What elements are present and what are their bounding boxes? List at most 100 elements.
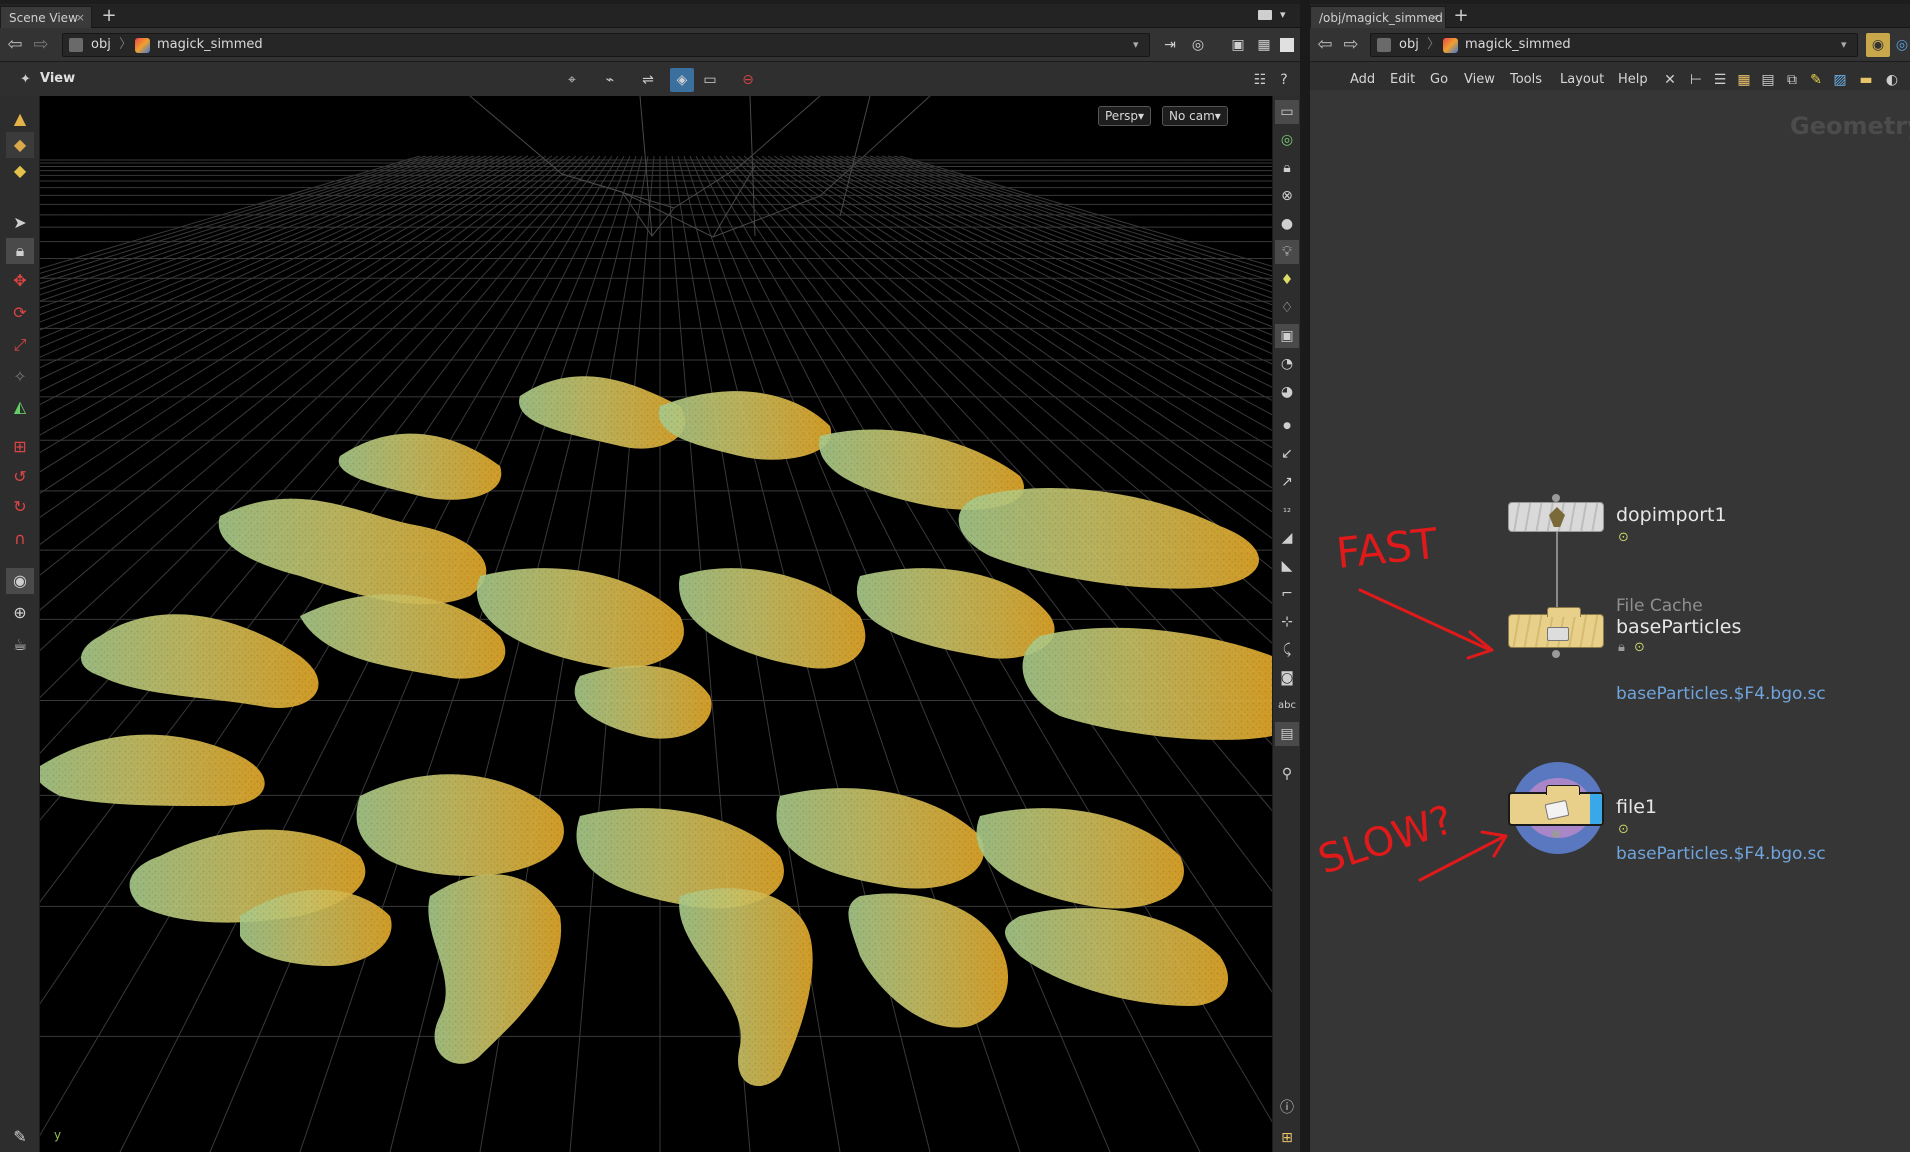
layers-icon[interactable]: ▣ xyxy=(1226,33,1250,57)
visibility-icon[interactable]: ◕ xyxy=(1275,380,1299,404)
cursor-icon[interactable]: ◐ xyxy=(1880,68,1904,92)
rotate-icon[interactable]: ⟳ xyxy=(6,300,34,326)
background-icon[interactable]: ▣ xyxy=(1275,324,1299,348)
pin-icon[interactable]: ◉ xyxy=(1866,33,1890,57)
screen-icon[interactable]: ▭ xyxy=(698,68,722,92)
breadcrumb-magick-simmed[interactable]: magick_simmed xyxy=(157,34,263,56)
path-field[interactable]: obj 〉 magick_simmed ▾ xyxy=(1370,33,1858,57)
breadcrumb-obj[interactable]: obj xyxy=(1399,34,1419,56)
back-arrow-icon[interactable]: ⇦ xyxy=(4,34,26,56)
snap-point-icon[interactable]: ↻ xyxy=(6,494,34,520)
tree-icon[interactable]: ⊢ xyxy=(1684,68,1708,92)
template-icon[interactable]: ◔ xyxy=(1275,352,1299,376)
wireframe-toggle-icon[interactable]: ◈ xyxy=(670,68,694,92)
magnet-icon[interactable]: ∩ xyxy=(6,526,34,552)
chevron-down-icon[interactable]: ▾ xyxy=(1841,34,1847,56)
teapot-icon[interactable]: ☕︎ xyxy=(6,632,34,658)
vector-icon[interactable]: ↗ xyxy=(1275,470,1299,494)
chevron-down-icon[interactable]: ▾ xyxy=(1280,8,1286,21)
camera-menu-button[interactable]: No cam▾ xyxy=(1162,106,1228,126)
box-icon[interactable]: ▬ xyxy=(1854,68,1878,92)
locator-icon[interactable]: ⚲ xyxy=(1275,762,1299,786)
scale-icon[interactable]: ⤢ xyxy=(6,332,34,358)
bottom-tool-icon[interactable]: ✎ xyxy=(6,1124,34,1150)
text-icon[interactable]: abc xyxy=(1275,694,1299,718)
crosshair-icon[interactable]: ⊹ xyxy=(1275,610,1299,634)
tab-network[interactable]: /obj/magick_simmed × xyxy=(1310,6,1446,28)
perspective-menu-button[interactable]: Persp▾ xyxy=(1098,106,1152,126)
back-arrow-icon[interactable]: ⇦ xyxy=(1314,34,1336,56)
breadcrumb-obj[interactable]: obj xyxy=(91,34,111,56)
frame-icon[interactable]: ⌁ xyxy=(598,68,622,92)
3d-viewport[interactable]: Persp▾ No cam▾ y xyxy=(40,96,1272,1152)
display-icon[interactable]: ▭ xyxy=(1275,100,1299,124)
uv-icon[interactable]: ⌐ xyxy=(1275,582,1299,606)
view-menu[interactable]: View xyxy=(40,71,75,86)
handle-icon[interactable]: ✧ xyxy=(6,364,34,390)
maximize-icon[interactable] xyxy=(1280,38,1294,52)
chevron-down-icon[interactable]: ▾ xyxy=(1133,34,1139,56)
translate-icon[interactable]: ✥ xyxy=(6,268,34,294)
axis-label: y xyxy=(54,1128,62,1142)
ghost-icon[interactable]: ◎ xyxy=(1275,128,1299,152)
desktop-icon[interactable]: ▦ xyxy=(1252,33,1276,57)
breadcrumb-separator-icon: 〉 xyxy=(1427,37,1441,52)
network-canvas[interactable]: Geometry dopimport1 ⊙ File Cache basePar… xyxy=(1310,90,1910,1152)
close-tab-icon[interactable]: × xyxy=(76,7,85,29)
wrench-icon[interactable]: ✕ xyxy=(1658,68,1682,92)
forward-arrow-icon[interactable]: ⇨ xyxy=(1340,34,1362,56)
snap-curve-icon[interactable]: ↺ xyxy=(6,464,34,490)
info-icon[interactable]: ⓘ xyxy=(1275,1096,1299,1120)
tab-scene-view[interactable]: Scene View × xyxy=(0,6,92,28)
tab-label: Scene View xyxy=(9,11,78,25)
light-icon[interactable]: 💡︎ xyxy=(1275,240,1299,264)
close-tab-icon[interactable]: × xyxy=(1430,7,1439,29)
point-icon[interactable]: ● xyxy=(1275,414,1299,438)
pencil-icon[interactable]: ◆ xyxy=(6,158,34,184)
vertex-number-icon[interactable]: ◣ xyxy=(1275,554,1299,578)
tab-label: /obj/magick_simmed xyxy=(1319,11,1443,25)
add-tab-button[interactable]: + xyxy=(1452,6,1470,26)
paint-icon[interactable]: ▲ xyxy=(6,106,34,132)
pose-icon[interactable]: ◭ xyxy=(6,394,34,420)
headlight-icon[interactable]: ♦ xyxy=(1275,268,1299,292)
pane-menu-icon[interactable] xyxy=(1258,10,1272,20)
grid-icon[interactable]: ⊞ xyxy=(1275,1126,1299,1150)
brush-icon[interactable]: ◆ xyxy=(6,132,34,158)
note-icon[interactable]: ✎ xyxy=(1804,68,1828,92)
shading-icon[interactable]: ● xyxy=(1275,212,1299,236)
record-stop-icon[interactable]: ⊖ xyxy=(736,68,760,92)
forward-arrow-icon[interactable]: ⇨ xyxy=(30,34,52,56)
display-options-icon[interactable]: ☷ xyxy=(1248,68,1272,92)
normal-icon[interactable]: ↙ xyxy=(1275,442,1299,466)
table-icon[interactable]: ▤ xyxy=(1756,68,1780,92)
breadcrumb-magick-simmed[interactable]: magick_simmed xyxy=(1465,34,1571,56)
compare-icon[interactable]: ⧉ xyxy=(1780,68,1804,92)
help-icon[interactable]: ? xyxy=(1272,68,1296,92)
lock-icon[interactable]: 🔒︎ xyxy=(6,238,34,264)
snapshot-icon[interactable]: ▤ xyxy=(1275,722,1299,746)
pin-icon[interactable]: ⇥ xyxy=(1158,33,1182,57)
ambient-icon[interactable]: ♢ xyxy=(1275,296,1299,320)
image-icon[interactable]: ▨ xyxy=(1828,68,1852,92)
prim-number-icon[interactable]: ◢ xyxy=(1275,526,1299,550)
pane-divider[interactable] xyxy=(1300,0,1310,1152)
cylinder-icon[interactable]: ◙ xyxy=(1275,666,1299,690)
stretch-icon[interactable]: ⤹ xyxy=(1275,638,1299,662)
number-icon[interactable]: ₁₂ xyxy=(1275,498,1299,522)
link-icon[interactable]: ◎ xyxy=(1890,33,1910,57)
render-icon[interactable]: ⊕ xyxy=(6,600,34,626)
grid-view-icon[interactable]: ▦ xyxy=(1732,68,1756,92)
camera-icon[interactable]: ◉ xyxy=(6,568,34,594)
home-view-icon[interactable]: ⇌ xyxy=(636,68,660,92)
camera-snap-icon[interactable]: ⌖ xyxy=(560,68,584,92)
xray-icon[interactable]: ⊗ xyxy=(1275,184,1299,208)
snap-grid-icon[interactable]: ⊞ xyxy=(6,434,34,460)
viewer-toolbar: ✦ View ⌖ ⌁ ⇌ ◈ ▭ ⊖ ☷ ? xyxy=(0,62,1300,98)
path-field[interactable]: obj 〉 magick_simmed ▾ xyxy=(62,33,1150,57)
select-icon[interactable]: ➤ xyxy=(6,210,34,236)
lock-icon[interactable]: 🔒︎ xyxy=(1275,156,1299,180)
add-tab-button[interactable]: + xyxy=(100,6,118,26)
list-icon[interactable]: ☰ xyxy=(1708,68,1732,92)
link-icon[interactable]: ◎ xyxy=(1186,33,1210,57)
